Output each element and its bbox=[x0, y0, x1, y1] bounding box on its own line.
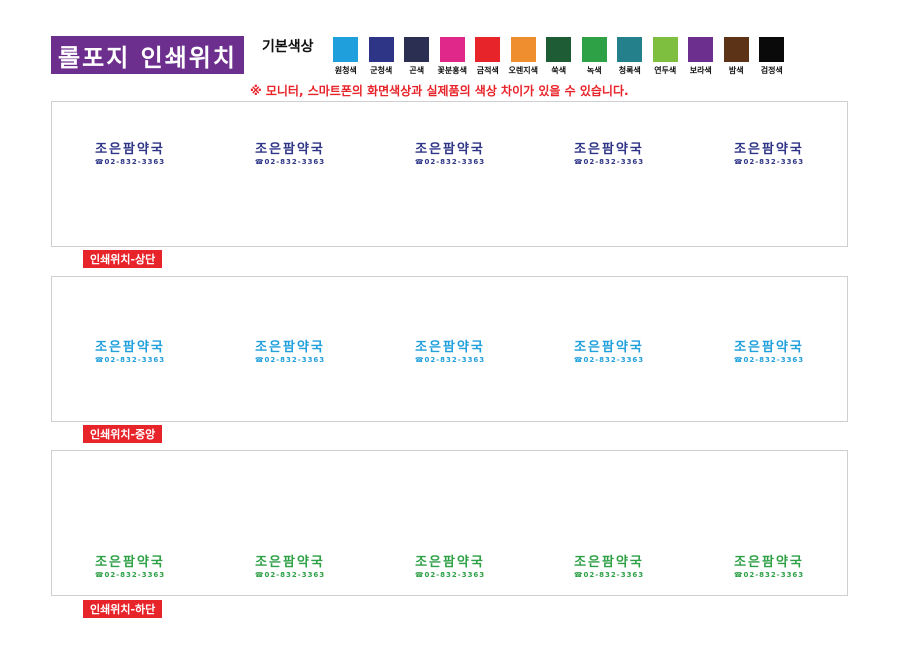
swatch-color-box bbox=[688, 37, 714, 62]
swatch-color-box bbox=[475, 37, 501, 62]
stamp-shop-name: 조은팜약국 bbox=[574, 340, 644, 355]
swatch-label: 곤색 bbox=[409, 66, 425, 75]
tag-print-position-bottom: 인쇄위치-하단 bbox=[83, 600, 163, 618]
stamp-shop-name: 조은팜약국 bbox=[415, 340, 485, 355]
print-panel-top bbox=[51, 101, 848, 247]
swatch-label: 청록색 bbox=[618, 66, 641, 75]
basic-colors-label: 기본색상 bbox=[262, 39, 314, 55]
tag-print-position-top: 인쇄위치-상단 bbox=[83, 250, 163, 268]
pharmacy-stamp: 조은팜약국 ☎02-832-3363 bbox=[724, 336, 814, 364]
stamp-phone: ☎02-832-3363 bbox=[414, 571, 486, 579]
swatch-label: 쑥색 bbox=[551, 66, 567, 75]
stamp-phone: ☎02-832-3363 bbox=[414, 158, 486, 166]
stamp-phone: ☎02-832-3363 bbox=[573, 571, 645, 579]
stamp-phone: ☎02-832-3363 bbox=[414, 356, 486, 364]
color-swatch: 오렌지색 bbox=[506, 37, 542, 76]
color-swatch: 원청색 bbox=[328, 37, 364, 76]
pharmacy-stamp: 조은팜약국 ☎02-832-3363 bbox=[564, 336, 654, 364]
pharmacy-stamp: 조은팜약국 ☎02-832-3363 bbox=[405, 551, 495, 579]
swatch-color-box bbox=[581, 37, 607, 62]
swatch-label: 오렌지색 bbox=[508, 66, 538, 75]
pharmacy-stamp: 조은팜약국 ☎02-832-3363 bbox=[724, 138, 814, 166]
stamp-phone: ☎02-832-3363 bbox=[94, 571, 166, 579]
pharmacy-stamp: 조은팜약국 ☎02-832-3363 bbox=[724, 551, 814, 579]
swatch-color-box bbox=[333, 37, 359, 62]
color-swatch: 군청색 bbox=[364, 37, 400, 76]
stamp-shop-name: 조은팜약국 bbox=[95, 142, 165, 157]
color-swatch-row: 원청색 군청색 곤색 꽃분홍색 금적색 오렌지색 쑥색 녹색 청록색 연두색 보라색 밤색 검정색 bbox=[328, 37, 790, 76]
stamp-phone: ☎02-832-3363 bbox=[94, 356, 166, 364]
stamp-shop-name: 조은팜약국 bbox=[415, 555, 485, 570]
pharmacy-stamp: 조은팜약국 ☎02-832-3363 bbox=[85, 138, 175, 166]
swatch-label: 군청색 bbox=[370, 66, 393, 75]
stamp-shop-name: 조은팜약국 bbox=[734, 142, 804, 157]
swatch-label: 금적색 bbox=[476, 66, 499, 75]
swatch-color-box bbox=[617, 37, 643, 62]
color-swatch: 연두색 bbox=[648, 37, 684, 76]
color-swatch: 꽃분홍색 bbox=[435, 37, 471, 76]
color-swatch: 청록색 bbox=[612, 37, 648, 76]
color-swatch: 검정색 bbox=[754, 37, 790, 76]
color-swatch: 녹색 bbox=[577, 37, 613, 76]
color-notice: ※ 모니터, 스마트폰의 화면색상과 실제품의 색상 차이가 있을 수 있습니다… bbox=[250, 84, 629, 98]
swatch-color-box bbox=[546, 37, 572, 62]
stamp-shop-name: 조은팜약국 bbox=[574, 555, 644, 570]
swatch-color-box bbox=[510, 37, 536, 62]
swatch-label: 녹색 bbox=[586, 66, 602, 75]
color-swatch: 보라색 bbox=[683, 37, 719, 76]
swatch-color-box bbox=[759, 37, 785, 62]
pharmacy-stamp: 조은팜약국 ☎02-832-3363 bbox=[85, 551, 175, 579]
swatch-color-box bbox=[723, 37, 749, 62]
color-swatch: 금적색 bbox=[470, 37, 506, 76]
stamp-shop-name: 조은팜약국 bbox=[255, 340, 325, 355]
stamp-shop-name: 조은팜약국 bbox=[574, 142, 644, 157]
stamp-shop-name: 조은팜약국 bbox=[415, 142, 485, 157]
stamp-phone: ☎02-832-3363 bbox=[573, 158, 645, 166]
stamp-shop-name: 조은팜약국 bbox=[255, 555, 325, 570]
tag-print-position-middle: 인쇄위치-중앙 bbox=[83, 425, 163, 443]
color-swatch: 밤색 bbox=[719, 37, 755, 76]
stamp-phone: ☎02-832-3363 bbox=[94, 158, 166, 166]
swatch-label: 검정색 bbox=[760, 66, 783, 75]
pharmacy-stamp: 조은팜약국 ☎02-832-3363 bbox=[245, 138, 335, 166]
swatch-label: 보라색 bbox=[689, 66, 712, 75]
stamp-phone: ☎02-832-3363 bbox=[254, 571, 326, 579]
swatch-label: 원청색 bbox=[334, 66, 357, 75]
pharmacy-stamp: 조은팜약국 ☎02-832-3363 bbox=[405, 138, 495, 166]
pharmacy-stamp: 조은팜약국 ☎02-832-3363 bbox=[564, 551, 654, 579]
stamp-shop-name: 조은팜약국 bbox=[255, 142, 325, 157]
stamp-phone: ☎02-832-3363 bbox=[254, 158, 326, 166]
swatch-label: 연두색 bbox=[654, 66, 677, 75]
swatch-color-box bbox=[652, 37, 678, 62]
swatch-label: 꽃분홍색 bbox=[437, 66, 467, 75]
stamp-phone: ☎02-832-3363 bbox=[573, 356, 645, 364]
stamp-shop-name: 조은팜약국 bbox=[95, 555, 165, 570]
stamp-shop-name: 조은팜약국 bbox=[734, 340, 804, 355]
pharmacy-stamp: 조은팜약국 ☎02-832-3363 bbox=[85, 336, 175, 364]
stamp-shop-name: 조은팜약국 bbox=[734, 555, 804, 570]
pharmacy-stamp: 조은팜약국 ☎02-832-3363 bbox=[405, 336, 495, 364]
stamp-shop-name: 조은팜약국 bbox=[95, 340, 165, 355]
color-swatch: 곤색 bbox=[399, 37, 435, 76]
swatch-label: 밤색 bbox=[728, 66, 744, 75]
stamp-phone: ☎02-832-3363 bbox=[733, 158, 805, 166]
swatch-color-box bbox=[368, 37, 394, 62]
color-swatch: 쑥색 bbox=[541, 37, 577, 76]
pharmacy-stamp: 조은팜약국 ☎02-832-3363 bbox=[564, 138, 654, 166]
page-title: 롤포지 인쇄위치 bbox=[51, 36, 244, 74]
stamp-phone: ☎02-832-3363 bbox=[254, 356, 326, 364]
swatch-color-box bbox=[439, 37, 465, 62]
pharmacy-stamp: 조은팜약국 ☎02-832-3363 bbox=[245, 551, 335, 579]
pharmacy-stamp: 조은팜약국 ☎02-832-3363 bbox=[245, 336, 335, 364]
stamp-phone: ☎02-832-3363 bbox=[733, 356, 805, 364]
swatch-color-box bbox=[404, 37, 430, 62]
stamp-phone: ☎02-832-3363 bbox=[733, 571, 805, 579]
